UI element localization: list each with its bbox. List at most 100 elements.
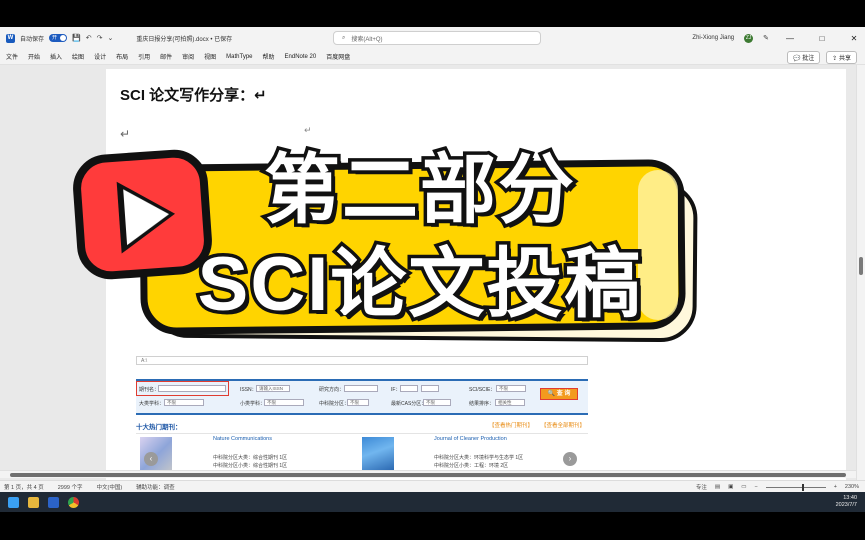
file-explorer-icon[interactable] (28, 496, 39, 508)
tab-review[interactable]: 审阅 (182, 52, 194, 61)
word-window: W 自动保存 开 💾 ↶ ↷ ⌄ 重庆日报分享(可拍照).docx • 已保存 … (0, 27, 865, 492)
zoom-level[interactable]: 230% (845, 484, 859, 490)
clock-date: 2023/7/7 (835, 502, 857, 508)
tab-endnote[interactable]: EndNote 20 (285, 54, 317, 60)
carousel-next-icon: › (563, 452, 577, 466)
document-canvas: SCI 论文写作分享：↵ ↵ ↵ 投稿↵ A:\ 期刊名： ISSN： 请输入I… (0, 65, 865, 492)
word-taskbar-icon[interactable] (48, 496, 59, 508)
tab-insert[interactable]: 插入 (50, 52, 62, 61)
page-count[interactable]: 第 1 页，共 4 页 (4, 483, 44, 491)
sci-label: SCI/SCIE： (469, 387, 496, 393)
comments-label: 批注 (802, 56, 815, 62)
horizontal-scroll-thumb[interactable] (10, 473, 846, 477)
journal-name-highlight (136, 381, 229, 396)
hot-journals-title: 十大热门期刊： (136, 424, 182, 431)
status-bar: 第 1 页，共 4 页 2999 个字 中文(中国) 辅助功能：调查 专注 ▤ … (0, 480, 865, 492)
read-mode-icon[interactable]: ▤ (715, 484, 720, 490)
ribbon-right-actions: 💬 批注 ⇪ 共享 (787, 51, 857, 64)
autosave-toggle[interactable]: 开 (49, 34, 68, 42)
new-cas-zone-label: 最新CAS分区： (391, 401, 427, 407)
save-icon[interactable]: 💾 (72, 34, 81, 42)
share-button[interactable]: ⇪ 共享 (826, 51, 857, 64)
accessibility-status[interactable]: 辅助功能：调查 (136, 483, 175, 491)
status-bar-right: 专注 ▤ ▣ ▭ − + 230% (696, 483, 859, 491)
journal-name-2: Journal of Cleaner Production (434, 436, 507, 442)
carousel-prev-icon: ‹ (144, 452, 158, 466)
print-layout-icon[interactable]: ▣ (728, 484, 733, 490)
journal-info-2a: 中科院分区大类：环境科学与生态学 1区 (434, 455, 524, 461)
embedded-address-bar: A:\ (136, 356, 588, 365)
journal-info-1a: 中科院分区大类：综合性期刊 1区 (213, 455, 288, 461)
big-class-select: 不限 (164, 399, 204, 406)
redo-icon[interactable]: ↷ (97, 34, 103, 42)
view-all-journals-link: 【查看全部期刊】 (541, 423, 586, 429)
view-hot-journals-link: 【查看热门期刊】 (489, 423, 534, 429)
user-name[interactable]: Zhi-Xiong Jiang (692, 35, 734, 41)
tab-view[interactable]: 视图 (204, 52, 216, 61)
small-class-select: 不限 (264, 399, 304, 406)
maximize-icon[interactable]: □ (811, 34, 833, 43)
comments-button[interactable]: 💬 批注 (787, 51, 821, 64)
customize-chevron-icon[interactable]: ⌄ (107, 34, 113, 42)
vertical-scroll-thumb[interactable] (859, 257, 863, 275)
autosave-label: 自动保存 (20, 36, 45, 43)
word-logo-icon: W (6, 33, 15, 43)
journal-search-button: 🔍 查 询 (540, 388, 578, 400)
close-icon[interactable]: ✕ (843, 34, 865, 43)
title-bar: W 自动保存 开 💾 ↶ ↷ ⌄ 重庆日报分享(可拍照).docx • 已保存 … (0, 27, 865, 49)
tab-references[interactable]: 引用 (138, 52, 150, 61)
horizontal-scrollbar[interactable] (0, 470, 856, 478)
system-clock[interactable]: 13:40 2023/7/7 (836, 495, 857, 509)
journal-name-1: Nature Communications (213, 436, 272, 442)
share-label: 共享 (838, 56, 851, 62)
sort-select: 相关性 (495, 399, 525, 406)
tab-help[interactable]: 帮助 (263, 52, 275, 61)
if-min-input (400, 385, 418, 392)
small-paragraph-mark: ↵ (304, 125, 312, 135)
zoom-out-icon[interactable]: − (754, 484, 757, 490)
chrome-icon[interactable] (68, 496, 79, 508)
web-layout-icon[interactable]: ▭ (741, 484, 746, 490)
vertical-scrollbar[interactable] (856, 65, 865, 492)
tab-layout[interactable]: 布局 (116, 52, 128, 61)
document-page[interactable]: SCI 论文写作分享：↵ ↵ ↵ 投稿↵ A:\ 期刊名： ISSN： 请输入I… (106, 69, 846, 492)
ribbon-tabs: 文件 开始 插入 绘图 设计 布局 引用 邮件 审阅 视图 MathType 帮… (0, 49, 865, 65)
minimize-icon[interactable]: — (779, 34, 801, 43)
language[interactable]: 中文(中国) (97, 483, 123, 491)
tab-mailings[interactable]: 邮件 (160, 52, 172, 61)
sci-select: 不限 (496, 385, 526, 392)
issn-label: ISSN： (240, 387, 257, 393)
autosave-state: 开 (52, 35, 58, 41)
small-class-label: 小类学科： (240, 401, 266, 407)
search-icon: ⌕ (342, 34, 346, 41)
cas-zone-select: 不限 (347, 399, 369, 406)
zoom-in-icon[interactable]: + (834, 484, 837, 490)
title-bar-right: Zhi-Xiong Jiang ZJ ✎ — □ ✕ (692, 27, 865, 49)
search-box[interactable]: ⌕ 搜索(Alt+Q) (333, 31, 541, 45)
sort-label: 结果排序： (469, 401, 495, 407)
avatar[interactable]: ZJ (744, 33, 754, 43)
pen-icon[interactable]: ✎ (763, 34, 769, 42)
tab-baidu-netdisk[interactable]: 百度网盘 (326, 52, 350, 61)
research-direction-input (344, 385, 378, 392)
journal-filter-panel: 期刊名： ISSN： 请输入ISSN 研究方向： IF： SCI/SCIE： 不… (136, 379, 588, 415)
paragraph-mark: ↵ (120, 127, 131, 141)
doc-subheading[interactable]: 投稿↵ (190, 163, 230, 183)
cas-zone-label: 中科院分区： (319, 401, 350, 407)
new-cas-zone-select: 不限 (423, 399, 451, 406)
embedded-journal-site-image[interactable]: A:\ 期刊名： ISSN： 请输入ISSN 研究方向： IF： SCI/SCI… (136, 356, 588, 476)
document-title[interactable]: 重庆日报分享(可拍照).docx • 已保存 (136, 34, 232, 43)
windows-start-icon[interactable] (8, 496, 19, 508)
focus-mode-button[interactable]: 专注 (696, 483, 707, 491)
tab-file[interactable]: 文件 (6, 52, 18, 61)
tab-home[interactable]: 开始 (28, 52, 40, 61)
zoom-slider[interactable] (765, 483, 826, 491)
tab-draw[interactable]: 绘图 (72, 52, 84, 61)
doc-heading[interactable]: SCI 论文写作分享：↵ (120, 84, 267, 105)
tab-mathtype[interactable]: MathType (226, 54, 252, 60)
word-count[interactable]: 2999 个字 (58, 483, 83, 491)
tab-design[interactable]: 设计 (94, 52, 106, 61)
research-direction-label: 研究方向： (319, 387, 345, 393)
undo-icon[interactable]: ↶ (86, 34, 92, 42)
clock-time: 13:40 (843, 495, 857, 501)
